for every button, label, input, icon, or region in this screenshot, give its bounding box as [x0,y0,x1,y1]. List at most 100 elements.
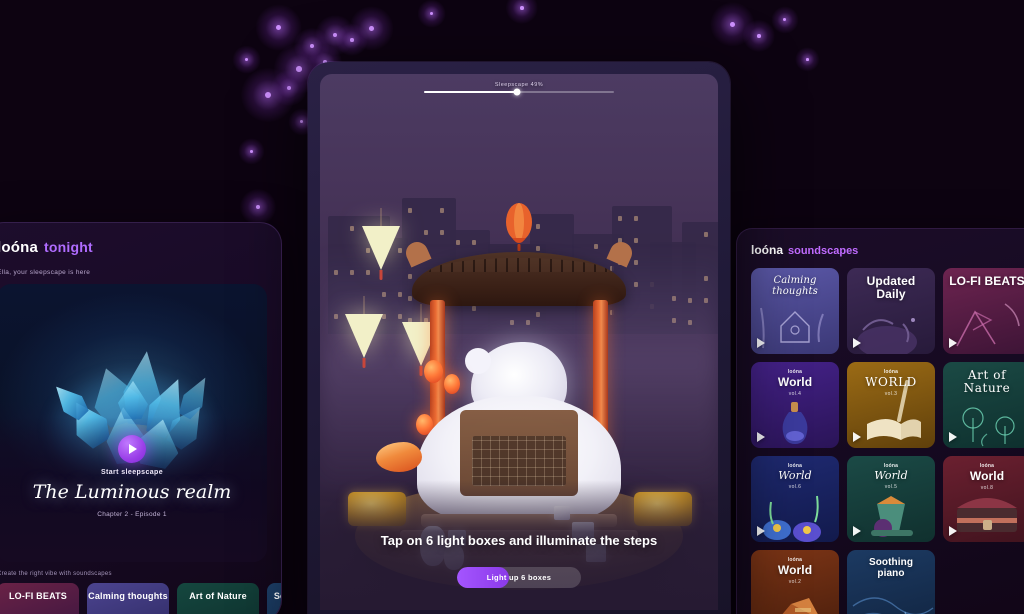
panel-brand-mark: loóna [751,243,783,257]
mini-soundscape-label: LO-FI BEATS [9,592,67,602]
mini-soundscape-card[interactable]: Soothing piano [267,583,282,614]
play-icon[interactable] [853,338,861,348]
building-window [440,230,444,235]
soundscape-card-text: Calming thoughts [751,275,839,297]
soundscape-card[interactable]: loóna World vol.5 [847,456,935,542]
soundscape-card-text: LO-FI BEATS [943,275,1024,288]
play-icon [129,444,137,454]
building-window [594,244,598,249]
sleepscape-hero-card[interactable] [0,284,267,562]
sleepscape-progress-fill [424,91,517,93]
star-particle [276,25,281,30]
hot-air-balloon-icon [502,202,536,259]
loona-tonight-logo: loóna tonight [0,239,267,256]
soundscape-card[interactable]: loóna World vol.6 [751,456,839,542]
soundscape-card-volume: vol.6 [756,484,834,490]
building-window [350,226,354,231]
soundscape-card-text: loóna WORLD vol.3 [847,369,935,397]
sleepscape-episode: Chapter 2 - Episode 1 [0,511,281,518]
building-window [536,246,540,251]
building-window [408,208,412,213]
soundscape-card-title: World [852,470,930,482]
crystal-shard [175,372,215,421]
building-window [456,240,460,245]
soundscape-card-text: Updated Daily [847,275,935,302]
star-particle [333,33,337,37]
play-icon[interactable] [757,338,765,348]
play-icon[interactable] [949,432,957,442]
building-window [472,240,476,245]
soundscape-card-volume: vol.2 [756,579,834,585]
soundscape-card-title: Calming thoughts [756,275,834,297]
soundscape-card[interactable]: LO-FI BEATS [943,268,1024,354]
mini-soundscape-card[interactable]: Calming thoughts [87,583,169,614]
soundscape-card-title: WORLD [852,376,930,389]
sleepscape-progress-knob[interactable] [514,89,521,96]
soundscape-card[interactable]: Calming thoughts [751,268,839,354]
soundscape-card[interactable]: loóna World vol.2 [751,550,839,614]
soundscape-card-text: loóna World vol.5 [847,463,935,490]
start-sleepscape-play-button[interactable] [118,435,146,463]
soundscape-card-title: Soothing piano [852,557,930,579]
soundscape-card[interactable]: Updated Daily [847,268,935,354]
start-sleepscape-label: Start sleepscape [0,469,281,476]
cta-headline: Tap on 6 light boxes and illuminate the … [320,532,718,550]
soundscape-card-volume: vol.3 [852,391,930,397]
star-particle [783,18,786,21]
building-window [634,238,638,243]
star-particle [430,12,433,15]
play-icon[interactable] [853,432,861,442]
soundscape-card[interactable]: loóna World vol.8 [943,456,1024,542]
soundscape-card[interactable]: Soothing piano [847,550,935,614]
soundscape-card[interactable]: loóna World vol.4 [751,362,839,448]
soundscape-card-title: World [948,470,1024,483]
soundscape-card-title: World [756,470,834,482]
play-icon[interactable] [949,338,957,348]
soundscape-card-title: World [756,376,834,389]
building-window [440,208,444,213]
pagoda-roof [412,252,626,306]
mini-soundscape-label: Art of Nature [189,592,247,602]
soundscape-card-text: Soothing piano [847,557,935,579]
pagoda-structure [412,252,626,306]
light-up-boxes-button[interactable]: Light up 6 boxes [457,567,581,588]
tablet-screen: Sleepscape 49% Tap on 6 light boxes and … [320,74,718,610]
soundscape-card-volume: vol.5 [852,484,930,490]
sleepscape-progress[interactable]: Sleepscape 49% [424,82,614,93]
sleepscape-progress-track[interactable] [424,91,614,93]
star-particle [250,150,253,153]
building-window [704,232,708,237]
soundscapes-hint: Create the right vibe with soundscapes [0,571,112,577]
star-particle [287,86,291,90]
cta-button-label: Light up 6 boxes [487,573,551,582]
building-window [618,216,622,221]
mini-soundscape-row: LO-FI BEATS Calming thoughts Art of Nature… [0,583,282,614]
hanging-lantern-1 [362,226,400,270]
soundscape-card-volume: vol.8 [948,485,1024,491]
play-icon[interactable] [757,526,765,536]
building-window [424,230,428,235]
building-window [634,216,638,221]
soundscape-card[interactable]: loóna WORLD vol.3 [847,362,935,448]
play-icon[interactable] [949,526,957,536]
soundscape-card-title: World [756,564,834,577]
star-particle [310,44,314,48]
sleepscape-title: The Luminous realm [0,481,281,503]
loona-soundscapes-logo: loóna soundscapes [751,243,1024,257]
soundscape-card[interactable]: Art of Nature [943,362,1024,448]
play-icon[interactable] [853,526,861,536]
mini-soundscape-card[interactable]: LO-FI BEATS [0,583,79,614]
mini-soundscape-label: Soothing piano [274,592,282,602]
mini-soundscape-card[interactable]: Art of Nature [177,583,259,614]
star-particle [806,58,809,61]
star-particle [256,205,260,209]
soundscape-card-text: loóna World vol.8 [943,463,1024,491]
star-particle [300,120,303,123]
play-icon[interactable] [757,432,765,442]
hanging-lantern-2 [345,314,383,358]
star-particle [265,92,271,98]
star-particle [730,22,735,27]
koi-fish [376,442,422,472]
building-window [536,224,540,229]
soundscape-card-title: LO-FI BEATS [948,275,1024,288]
